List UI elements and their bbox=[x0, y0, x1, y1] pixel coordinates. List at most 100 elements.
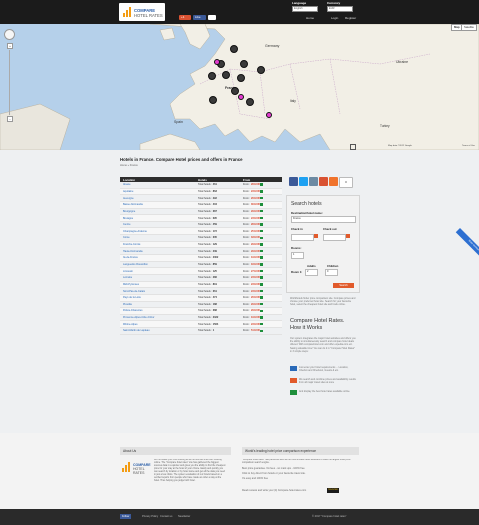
location-link[interactable]: Franche-Comté bbox=[120, 241, 195, 249]
zoom-in-icon[interactable]: + bbox=[7, 43, 13, 49]
location-link[interactable]: Poitou-Charentes bbox=[120, 307, 195, 315]
map-pin-icon[interactable] bbox=[230, 45, 238, 53]
table-row[interactable]: Picardie Total hotels : 188 From : 29 EUR bbox=[120, 301, 282, 309]
google-plus-icon[interactable]: +1 bbox=[179, 15, 191, 20]
location-link[interactable]: Provence-Alpes-Côte d'Azur bbox=[120, 314, 195, 322]
from-prefix: From : bbox=[243, 289, 251, 293]
table-row[interactable]: Limousin Total hotels : 125 From : 27 EUR bbox=[120, 267, 282, 275]
table-row[interactable]: Lorraine Total hotels : 286 From : 23 EUR bbox=[120, 274, 282, 282]
location-link[interactable]: Rhône-Alpes bbox=[120, 320, 195, 329]
calendar-icon[interactable] bbox=[346, 234, 350, 238]
about-text: Do not waste your time looking at all th… bbox=[154, 459, 226, 482]
zoom-slider[interactable] bbox=[8, 50, 10, 115]
location-link[interactable]: Pays de la Loire bbox=[120, 294, 195, 302]
map-pin-icon[interactable] bbox=[222, 71, 230, 79]
zoom-out-icon[interactable]: − bbox=[7, 116, 13, 122]
fullscreen-icon[interactable] bbox=[350, 144, 356, 150]
destination-input[interactable]: France bbox=[291, 216, 356, 223]
table-row[interactable]: Corse Total hotels : 335 From : 33 EUR bbox=[120, 234, 282, 242]
location-link[interactable]: Aquitaine bbox=[120, 188, 195, 196]
map-pin-pink-icon[interactable] bbox=[214, 59, 220, 67]
adults-select[interactable]: 2 bbox=[305, 269, 318, 276]
location-link[interactable]: Languedoc-Roussillon bbox=[120, 261, 195, 269]
location-link[interactable]: Auvergne bbox=[120, 194, 195, 202]
location-link[interactable]: Limousin bbox=[120, 267, 195, 275]
table-row[interactable]: Haute-Normandie Total hotels : 239 From : … bbox=[120, 247, 282, 256]
twitter-icon[interactable] bbox=[299, 177, 308, 186]
map-pin-pink-icon[interactable] bbox=[238, 94, 244, 102]
location-link[interactable]: Bourgogne bbox=[120, 208, 195, 216]
map-terms-link[interactable]: Terms of Use bbox=[462, 145, 475, 147]
map-pin-icon[interactable] bbox=[208, 72, 216, 80]
nav-register[interactable]: Register bbox=[345, 16, 356, 20]
location-link[interactable]: Nord-Pas-de-Calais bbox=[120, 287, 195, 295]
logo[interactable]: COMPARE HOTEL RATES bbox=[119, 3, 165, 21]
location-link[interactable]: Basse-Normandie bbox=[120, 201, 195, 209]
checkout-input[interactable] bbox=[323, 234, 346, 241]
table-row[interactable]: Aquitaine Total hotels : 863 From : 23 EUR bbox=[120, 188, 282, 196]
location-link[interactable]: Picardie bbox=[120, 301, 195, 309]
map-pin-icon[interactable] bbox=[231, 87, 239, 95]
table-row[interactable]: Rhône-Alpes Total hotels : 1564 From : 23 … bbox=[120, 320, 282, 329]
currency-select[interactable]: EUR bbox=[327, 6, 353, 12]
email-icon[interactable] bbox=[309, 177, 318, 186]
table-row[interactable]: Pays de la Loire Total hotels : 474 From :… bbox=[120, 294, 282, 302]
table-row[interactable]: Languedoc-Roussillon Total hotels : 859 Fr… bbox=[120, 261, 282, 269]
hotels-value: 388 bbox=[212, 309, 217, 313]
checkin-input[interactable] bbox=[291, 234, 314, 241]
search-button[interactable]: Search bbox=[333, 283, 354, 288]
link-contact[interactable]: Contact us bbox=[160, 515, 172, 518]
children-select[interactable]: 0 bbox=[325, 269, 338, 276]
map-pin-icon[interactable] bbox=[257, 66, 265, 74]
nav-home[interactable]: Home bbox=[306, 16, 314, 20]
map-zoom-control[interactable]: + − bbox=[4, 29, 15, 122]
map[interactable]: Germany France Spain Ukraine Italy Turke… bbox=[0, 24, 479, 150]
table-row[interactable]: Auvergne Total hotels : 292 From : 26 EUR bbox=[120, 194, 282, 202]
location-link[interactable]: Bretagne bbox=[120, 214, 195, 222]
location-link[interactable]: Midi-Pyrénées bbox=[120, 281, 195, 289]
share-plus-icon[interactable] bbox=[329, 177, 338, 186]
map-pin-icon[interactable] bbox=[246, 98, 254, 106]
table-row[interactable]: Bourgogne Total hotels : 387 From : 29 EUR bbox=[120, 208, 282, 216]
beta-ribbon[interactable]: Beta version bbox=[455, 228, 479, 264]
link-privacy[interactable]: Privacy Policy bbox=[142, 515, 158, 518]
table-row[interactable]: Champagne-Ardenne Total hotels : 172 From … bbox=[120, 227, 282, 236]
map-pin-pink-icon[interactable] bbox=[266, 112, 272, 120]
rooms-select[interactable]: 1 bbox=[291, 252, 304, 259]
map-pin-icon[interactable] bbox=[237, 74, 245, 82]
table-row[interactable]: Basse-Normandie Total hotels : 404 From : … bbox=[120, 201, 282, 209]
hotels-value: 459 bbox=[212, 223, 217, 227]
facebook-like-icon[interactable]: Like bbox=[193, 15, 206, 20]
map-pin-icon[interactable] bbox=[209, 96, 217, 104]
location-link[interactable]: Ile-de-France bbox=[120, 254, 195, 262]
language-select[interactable]: English bbox=[292, 6, 318, 12]
pan-control-icon[interactable] bbox=[4, 29, 15, 40]
calendar-icon[interactable] bbox=[314, 234, 318, 238]
hotels-count: Total hotels : 819 bbox=[195, 281, 240, 289]
table-row[interactable]: Bretagne Total hotels : 695 From : 23 EUR bbox=[120, 214, 282, 222]
price-tag-icon bbox=[260, 276, 264, 279]
google-plus-icon[interactable] bbox=[319, 177, 328, 186]
location-link[interactable]: Lorraine bbox=[120, 274, 195, 282]
nav-login[interactable]: Login bbox=[331, 16, 338, 20]
price-tag-icon bbox=[260, 183, 264, 186]
table-row[interactable]: Franche-Comté Total hotels : 129 From : 29… bbox=[120, 241, 282, 249]
map-pin-icon[interactable] bbox=[240, 60, 248, 68]
table-row[interactable]: Provence-Alpes-Côte d'Azur Total hotels :… bbox=[120, 314, 282, 322]
table-row[interactable]: Midi-Pyrénées Total hotels : 819 From : 23… bbox=[120, 281, 282, 289]
location-link[interactable]: Champagne-Ardenne bbox=[120, 227, 195, 236]
location-link[interactable]: Corse bbox=[120, 234, 195, 242]
table-row[interactable]: Nord-Pas-de-Calais Total hotels : 361 From… bbox=[120, 287, 282, 295]
location-link[interactable]: Saint-Martin de Lapleau bbox=[120, 327, 195, 335]
facebook-icon[interactable] bbox=[289, 177, 298, 186]
table-row[interactable]: Centre Total hotels : 459 From : 28 EUR bbox=[120, 221, 282, 229]
location-link[interactable]: Haute-Normandie bbox=[120, 247, 195, 256]
table-row[interactable]: Ile-de-France Total hotels : 2302 From : 1… bbox=[120, 254, 282, 262]
link-newsletter[interactable]: Newsletter bbox=[178, 515, 190, 518]
table-row[interactable]: Poitou-Charentes Total hotels : 388 From :… bbox=[120, 307, 282, 315]
follow-button[interactable]: Follow bbox=[120, 514, 132, 519]
price-value: 19 EUR bbox=[250, 316, 260, 320]
table-row[interactable]: Saint-Martin de Lapleau Total hotels : 1F… bbox=[120, 327, 282, 335]
location-link[interactable]: Centre bbox=[120, 221, 195, 229]
satellite-view-button[interactable]: Satellite bbox=[461, 24, 477, 31]
